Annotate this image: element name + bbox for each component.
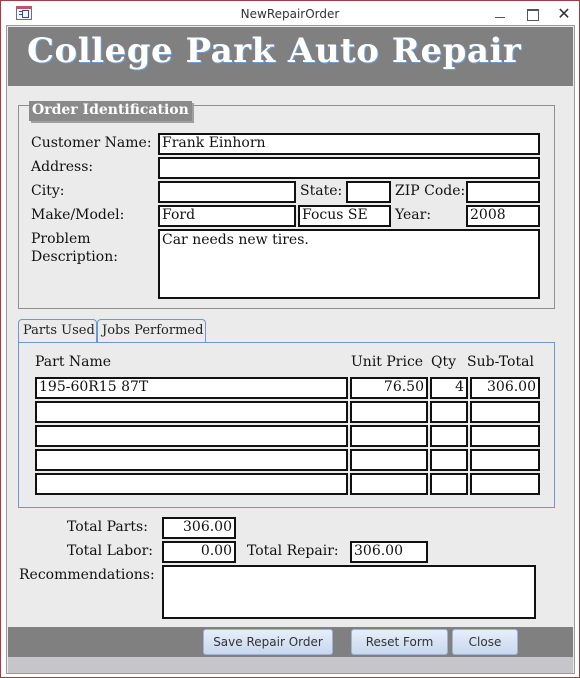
zip-field[interactable] (466, 181, 540, 203)
state-field[interactable] (346, 181, 391, 203)
unit-price-cell[interactable] (350, 401, 428, 423)
year-field[interactable]: 2008 (466, 205, 540, 227)
problem-label-line2: Description: (31, 249, 118, 265)
city-field[interactable] (158, 181, 296, 203)
part-name-cell[interactable]: 195-60R15 87T (35, 377, 348, 399)
col-header-part-name: Part Name (35, 354, 112, 370)
title-bar: NewRepairOrder ✕ (1, 1, 579, 27)
unit-price-cell[interactable] (350, 425, 428, 447)
tab-parts-used[interactable]: Parts Used (18, 319, 97, 343)
col-header-qty: Qty (431, 354, 457, 370)
make-model-label: Make/Model: (31, 207, 125, 223)
maximize-button[interactable] (517, 3, 547, 25)
total-repair-field[interactable]: 306.00 (350, 541, 428, 563)
unit-price-cell[interactable] (350, 449, 428, 471)
problem-label-line1: Problem (31, 231, 91, 247)
col-header-unit-price: Unit Price (351, 354, 424, 370)
tab-jobs-performed[interactable]: Jobs Performed (97, 319, 206, 343)
address-label: Address: (31, 159, 94, 175)
total-parts-label: Total Parts: (67, 519, 148, 535)
unit-price-cell[interactable] (350, 473, 428, 495)
problem-description-field[interactable]: Car needs new tires. (158, 229, 540, 299)
state-label: State: (300, 183, 343, 199)
part-name-cell[interactable] (35, 425, 348, 447)
total-parts-field[interactable]: 306.00 (162, 517, 236, 539)
reset-form-button[interactable]: Reset Form (351, 629, 448, 655)
qty-cell[interactable] (430, 401, 468, 423)
qty-cell[interactable] (430, 449, 468, 471)
recommendations-field[interactable] (162, 565, 536, 619)
address-field[interactable] (158, 157, 540, 179)
city-label: City: (31, 183, 65, 199)
col-header-sub-total: Sub-Total (467, 354, 534, 370)
unit-price-cell[interactable]: 76.50 (350, 377, 428, 399)
total-labor-field[interactable]: 0.00 (162, 541, 236, 563)
part-name-cell[interactable] (35, 473, 348, 495)
close-window-button[interactable]: ✕ (549, 3, 579, 25)
part-name-cell[interactable] (35, 401, 348, 423)
sub-total-cell[interactable] (470, 473, 540, 495)
year-label: Year: (395, 207, 432, 223)
sub-total-cell[interactable] (470, 425, 540, 447)
save-repair-order-button[interactable]: Save Repair Order (203, 629, 333, 655)
company-title: College Park Auto Repair (27, 31, 522, 71)
group-legend: Order Identification (29, 101, 192, 121)
sub-total-cell[interactable] (470, 449, 540, 471)
minimize-button[interactable] (485, 3, 515, 25)
qty-cell[interactable]: 4 (430, 377, 468, 399)
part-name-cell[interactable] (35, 449, 348, 471)
form-header: College Park Auto Repair (8, 27, 573, 86)
qty-cell[interactable] (430, 473, 468, 495)
status-bar (8, 657, 573, 673)
sub-total-cell[interactable]: 306.00 (470, 377, 540, 399)
customer-name-field[interactable]: Frank Einhorn (158, 133, 540, 155)
customer-name-label: Customer Name: (31, 135, 152, 151)
recommendations-label: Recommendations: (19, 567, 155, 583)
qty-cell[interactable] (430, 425, 468, 447)
close-button[interactable]: Close (452, 629, 518, 655)
total-repair-label: Total Repair: (247, 543, 339, 559)
make-field[interactable]: Ford (158, 205, 296, 227)
sub-total-cell[interactable] (470, 401, 540, 423)
app-window: NewRepairOrder ✕ College Park Auto Repai… (0, 0, 580, 678)
form-body: College Park Auto Repair Order Identific… (6, 25, 575, 674)
model-field[interactable]: Focus SE (298, 205, 391, 227)
total-labor-label: Total Labor: (67, 543, 154, 559)
zip-label: ZIP Code: (395, 183, 466, 199)
